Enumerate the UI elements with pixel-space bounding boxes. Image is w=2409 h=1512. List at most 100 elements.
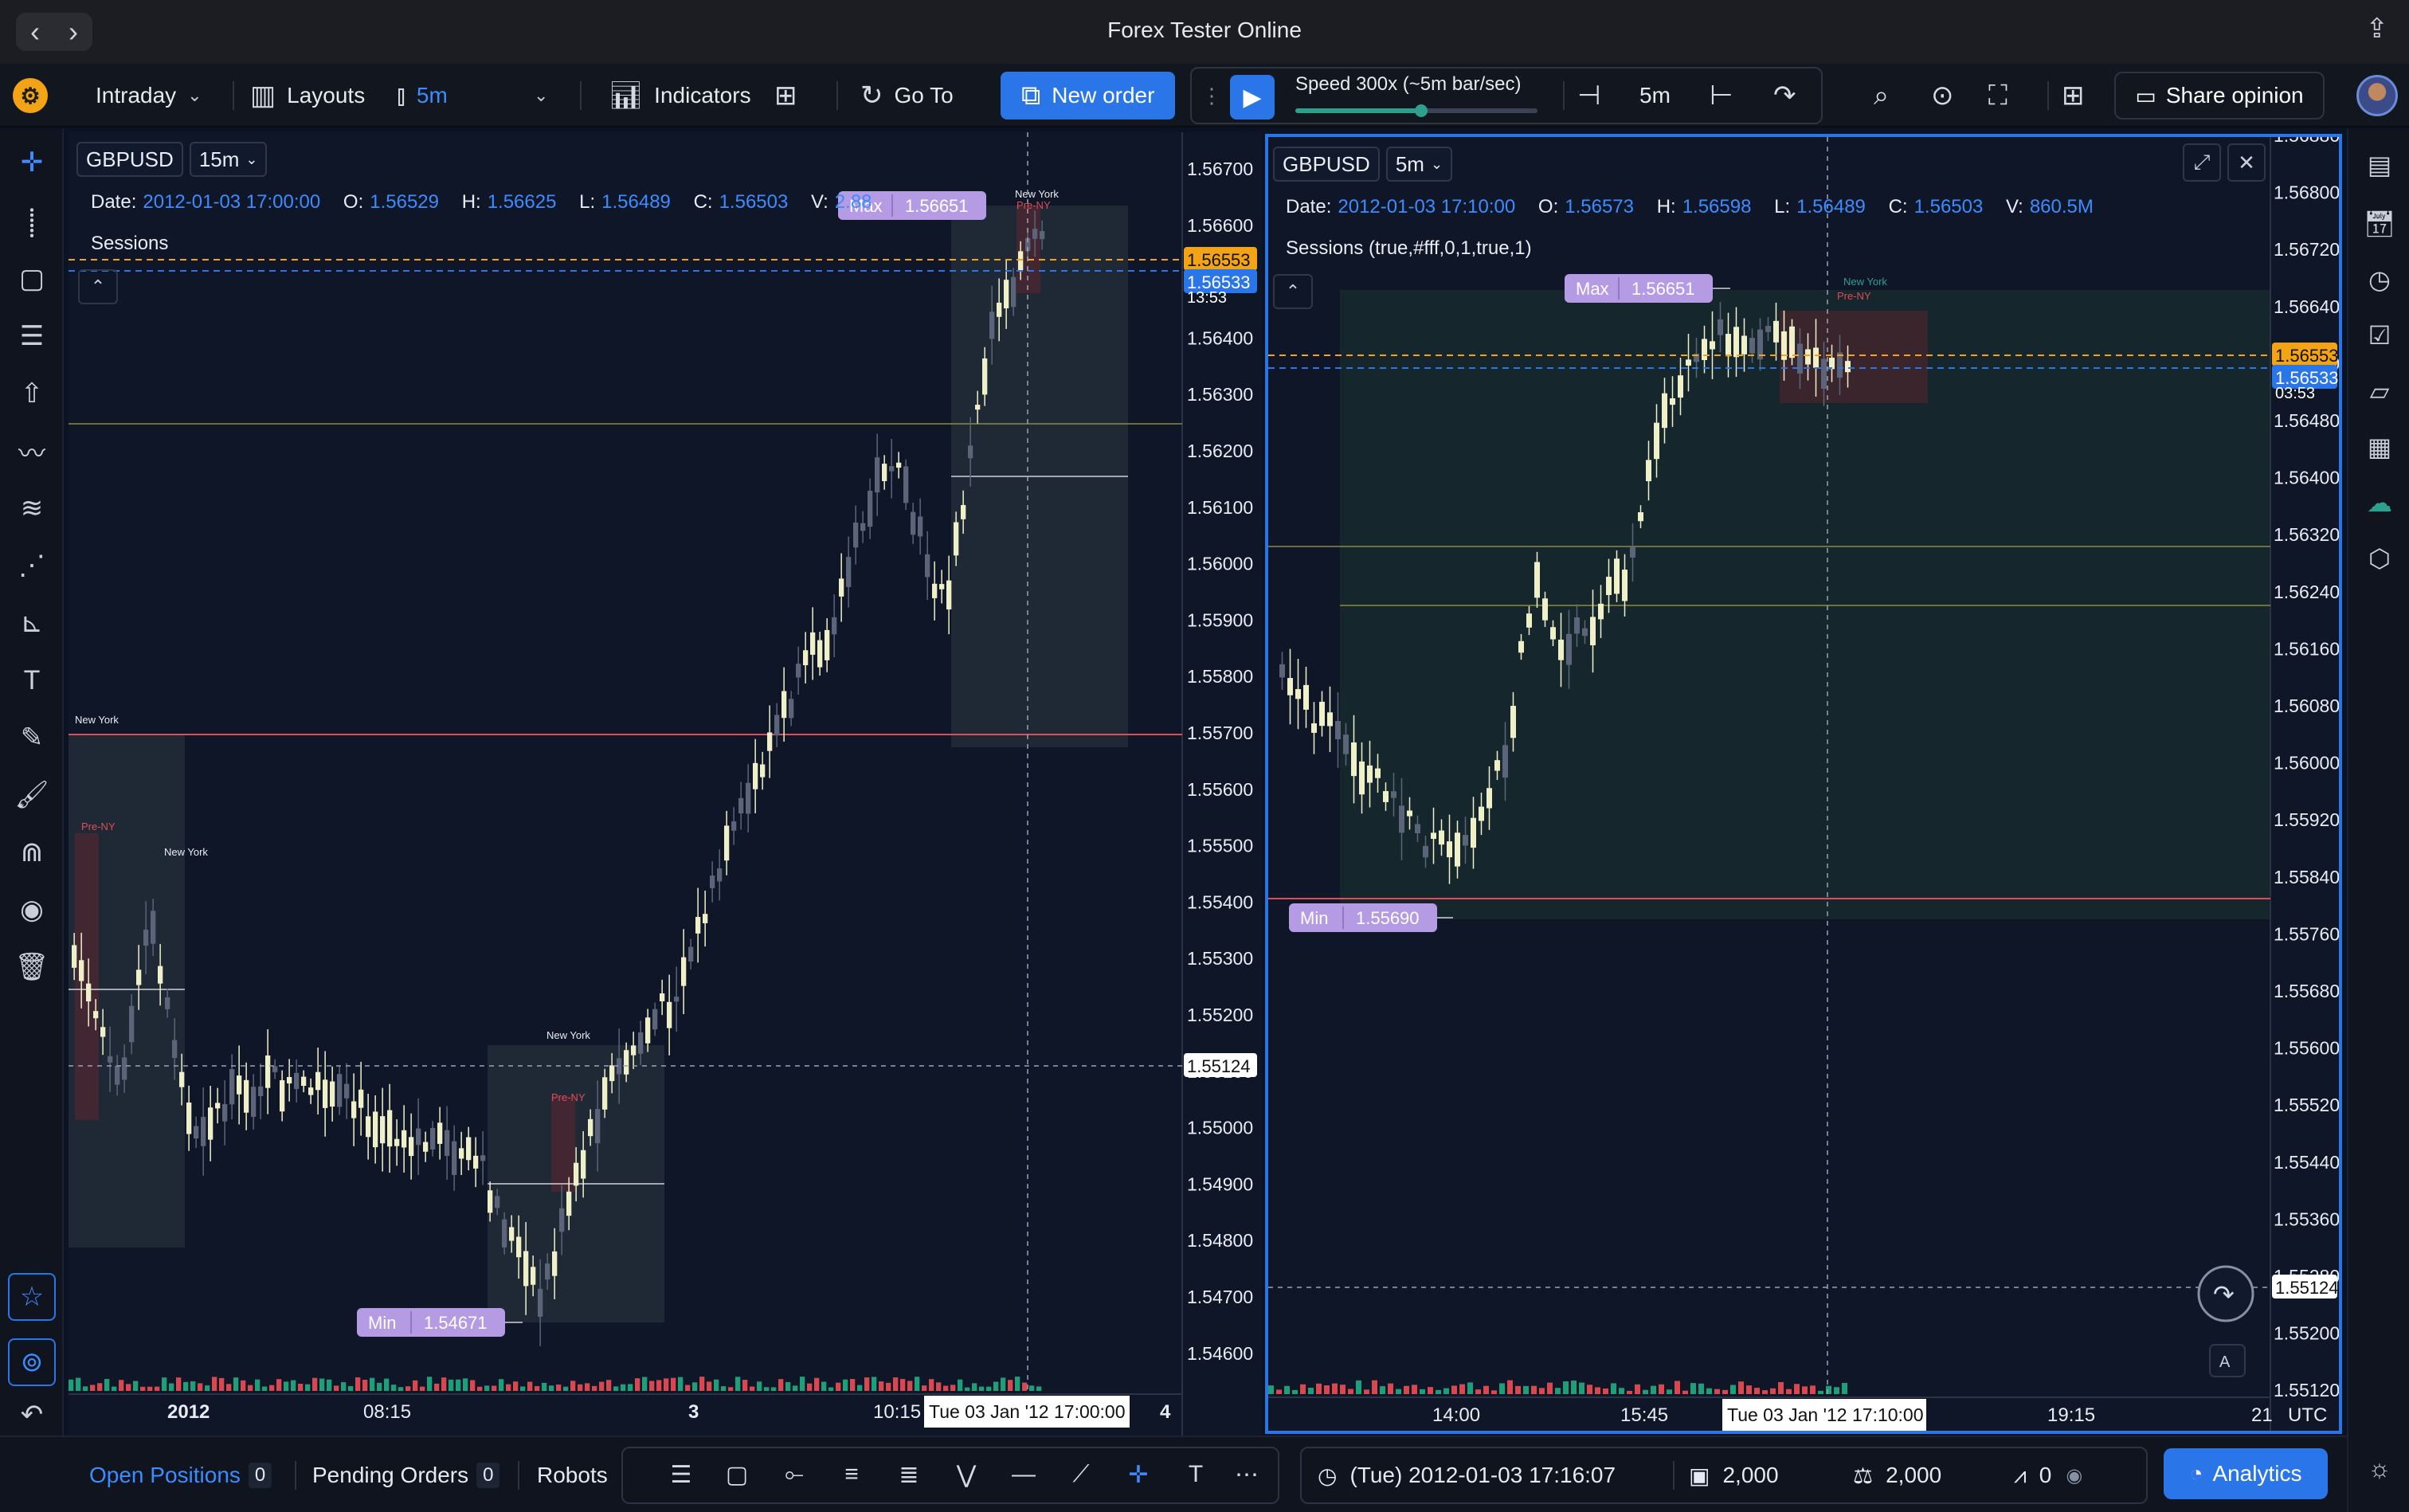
eye-icon[interactable]: ◉ [14,892,49,927]
channel-quick-icon[interactable]: ≡ [832,1455,872,1494]
gann-tool-icon[interactable]: ≋ [14,491,49,526]
candle-body [695,917,701,934]
text-tool-icon[interactable]: T [14,663,49,698]
path-quick-icon[interactable]: ⋁ [946,1455,986,1494]
settings-icon[interactable]: ⬡ [2361,540,2398,577]
candle-body [1630,547,1635,558]
tab-pending-orders[interactable]: Pending Orders 0 [312,1437,500,1512]
favorites-star-icon[interactable]: ☆ [8,1273,56,1321]
fullscreen-button[interactable]: ⛶ [1988,64,2019,127]
analytics-button[interactable]: ◔ Analytics [2164,1448,2328,1499]
speed-slider[interactable] [1295,104,1537,117]
indicator-name[interactable]: Sessions [91,233,168,255]
candle-body [853,522,859,548]
checklist-icon[interactable]: ☑ [2361,317,2398,354]
fibonacci-tool-icon[interactable]: ☰ [14,319,49,354]
symbol-selector[interactable]: GBPUSD [1273,147,1380,182]
candle-body [989,311,995,339]
calendar-icon[interactable]: 📅︎ [2361,206,2398,242]
app-logo-icon[interactable]: ⚙ [13,78,48,113]
paint-tool-icon[interactable]: 🖌︎ [14,778,49,813]
more-icon[interactable]: ⋯ [1227,1455,1267,1494]
watchlist-icon[interactable]: ▤ [2361,147,2398,183]
indicator-name[interactable]: Sessions (true,#fff,0,1,true,1) [1286,237,1532,260]
history-icon[interactable]: ◷ [2361,261,2398,298]
share-opinion-button[interactable]: ▭ Share opinion [2114,72,2325,119]
user-avatar[interactable] [2356,75,2398,116]
chart-timeframe-value: 5m [1395,151,1424,176]
speed-slider-handle[interactable] [1415,104,1428,117]
screenshot-button[interactable]: ⊙ [1931,64,1965,127]
volume-bar [542,1382,547,1391]
step-timeframe[interactable]: 5m [1639,64,1671,127]
new-order-button[interactable]: ⧉ New order [1001,72,1176,119]
volume-bar [334,1385,339,1391]
gift-button[interactable]: ⊞ [2062,64,2096,127]
candle-body [480,1155,486,1161]
bid-countdown: 03:53 [2275,385,2315,402]
eye-icon[interactable]: ◉ [2066,1464,2082,1487]
candle-body [545,1263,550,1280]
rectangle-tool-icon[interactable]: ▢ [14,261,49,296]
intraday-dropdown[interactable]: Intraday ⌄ [96,64,202,127]
layouts-button[interactable]: ▥ Layouts [250,64,365,127]
open-value: 1.56573 [1565,196,1635,217]
hline-quick-icon[interactable]: — [1004,1455,1044,1494]
notes-icon[interactable]: ▱ [2361,373,2398,409]
tab-open-positions[interactable]: Open Positions 0 [89,1437,272,1512]
text-quick-icon[interactable]: T [1176,1455,1216,1494]
brush-tool-icon[interactable]: ✎ [14,720,49,755]
pattern-tool-icon[interactable]: 〰 [14,433,49,469]
measure-tool-icon[interactable]: ⊾ [14,605,49,640]
search-button[interactable]: ⌕ [1874,64,1900,127]
undo-icon[interactable]: ↶ [14,1397,49,1432]
wave-tool-icon[interactable]: ⋰ [14,548,49,583]
play-button[interactable]: ▶ [1230,75,1275,119]
theme-icon[interactable]: ☼ [2361,1450,2398,1487]
chart-timeframe-selector[interactable]: 5m ⌄ [1385,147,1453,182]
candle-body [323,1079,328,1108]
chart-right-canvas[interactable]: New York Pre-NY 1.56880 1.56800 1.56720 1.566… [1268,137,2339,1431]
chart-right[interactable]: New York Pre-NY 1.56880 1.56800 1.56720 1.566… [1265,134,2342,1434]
crosshair-icon[interactable]: ✛ [14,145,49,180]
line-tool-icon[interactable]: ⸽ [14,204,49,239]
arrow-tool-icon[interactable]: ⇧ [14,376,49,411]
chart-left-canvas[interactable]: New YorkPre-NYNew YorkNew YorkPre-NYNew … [69,132,1262,1436]
rect-quick-icon[interactable]: ▢ [717,1455,757,1494]
candle-body [1040,231,1045,240]
volume-bar [370,1377,375,1391]
fib-quick-icon[interactable]: ☰ [661,1455,701,1494]
tab-robots[interactable]: Robots [537,1437,608,1512]
share-icon[interactable]: ⇪ [2366,13,2389,45]
expand-icon[interactable]: ⤢ [2183,143,2221,182]
session-label: New York [164,846,208,858]
trash-icon[interactable]: 🗑︎ [14,950,49,985]
goto-button[interactable]: ↻ Go To [860,64,954,127]
trendline-quick-icon[interactable]: ⟋ [1061,1455,1101,1494]
jump-button[interactable]: ↷ [1773,64,1808,127]
cloud-icon[interactable]: ☁ [2361,484,2398,521]
chart-left[interactable]: New York Pre-NY New York New York Pre-NY New … [69,132,1262,1436]
close-icon[interactable]: ✕ [2227,143,2266,182]
templates-button[interactable]: ⊞ [774,64,809,127]
report-icon[interactable]: ▦ [2361,429,2398,465]
step-forward-button[interactable]: ⊢ [1710,64,1745,127]
step-back-button[interactable]: ⊣ [1577,64,1612,127]
jump-icon: ↷ [1773,80,1796,111]
timeframe-dropdown[interactable]: ⌄ [523,64,548,127]
crosshair-quick-icon[interactable]: ✛ [1118,1455,1158,1494]
segment-quick-icon[interactable]: ⟜ [774,1455,814,1494]
symbol-selector[interactable]: GBPUSD [76,142,183,177]
bottom-bar: Open Positions 0 Pending Orders 0 Robots… [0,1436,2347,1512]
levels-quick-icon[interactable]: ≣ [889,1455,929,1494]
chart-timeframe-selector[interactable]: 15m ⌄ [189,142,268,177]
collapse-legend-button[interactable]: ⌃ [1273,274,1313,309]
timeframe-selector[interactable]: ⫾ 5m [397,64,448,127]
volume-bar [1348,1389,1353,1394]
indicators-button[interactable]: 📊︎ Indicators [609,64,751,127]
collapse-legend-button[interactable]: ⌃ [78,269,118,304]
magnet-icon[interactable]: ⋒ [14,835,49,870]
candle-body [72,945,77,968]
price-tick: 1.55520 [2274,1095,2339,1115]
sync-charts-icon[interactable]: ⊚ [8,1338,56,1386]
